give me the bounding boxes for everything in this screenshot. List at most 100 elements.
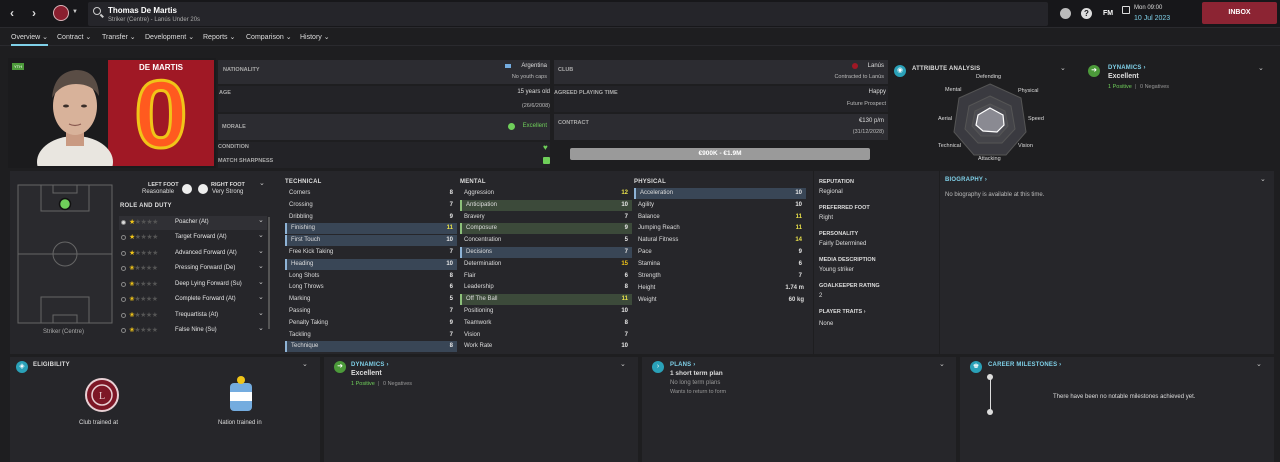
attribute-row[interactable]: Jumping Reach 11 xyxy=(634,223,806,234)
tab-contract[interactable]: Contract ⌄ xyxy=(57,33,91,41)
morale-value[interactable]: Excellent xyxy=(523,123,547,129)
club-badge-icon[interactable] xyxy=(53,5,69,21)
dynamics-positive: 1 Positive xyxy=(1108,84,1132,90)
role-row[interactable]: ✬★★★★ Deep Lying Forward (Su) ⌄ xyxy=(119,278,267,292)
chevron-down-icon[interactable]: ⌄ xyxy=(1060,64,1066,72)
attribute-row[interactable]: Determination 15 xyxy=(460,259,632,270)
chevron-down-icon[interactable]: ⌄ xyxy=(1260,175,1266,183)
help-icon[interactable]: ? xyxy=(1081,8,1092,19)
role-row[interactable]: ★★★★★ Poacher (At) ⌄ xyxy=(119,216,267,230)
date-text: 10 Jul 2023 xyxy=(1134,15,1171,22)
attribute-row[interactable]: Natural Fitness 14 xyxy=(634,235,806,246)
biography-title[interactable]: BIOGRAPHY › xyxy=(945,177,987,183)
tab-history[interactable]: History ⌄ xyxy=(300,33,330,41)
attribute-row[interactable]: Agility 10 xyxy=(634,200,806,211)
position-pitch[interactable] xyxy=(17,184,113,324)
role-row[interactable]: ✬★★★★ Pressing Forward (De) ⌄ xyxy=(119,262,267,276)
attribute-row[interactable]: Free Kick Taking 7 xyxy=(285,247,457,258)
attribute-row[interactable]: Stamina 6 xyxy=(634,259,806,270)
role-row[interactable]: ✬★★★★ False Nine (Su) ⌄ xyxy=(119,324,267,338)
attribute-row[interactable]: Penalty Taking 9 xyxy=(285,318,457,329)
attribute-row[interactable]: Concentration 5 xyxy=(460,235,632,246)
chevron-down-icon[interactable]: ⌄ xyxy=(302,360,308,368)
attribute-row[interactable]: Off The Ball 11 xyxy=(460,294,632,306)
attribute-row[interactable]: Finishing 11 xyxy=(285,223,457,235)
preferred-foot-label: PREFERRED FOOT xyxy=(819,205,870,211)
attribute-row[interactable]: Leadership 8 xyxy=(460,282,632,293)
personality-value: Fairly Determined xyxy=(819,241,867,247)
attribute-row[interactable]: Crossing 7 xyxy=(285,200,457,211)
plans-title[interactable]: PLANS › xyxy=(670,362,695,368)
attribute-row[interactable]: Decisions 7 xyxy=(460,247,632,258)
dynamics-title[interactable]: DYNAMICS › xyxy=(351,362,389,368)
attribute-row[interactable]: Work Rate 10 xyxy=(460,341,632,352)
back-arrow-icon[interactable]: ‹ xyxy=(10,6,14,20)
attribute-row[interactable]: Bravery 7 xyxy=(460,212,632,223)
youth-caps: No youth caps xyxy=(511,74,547,80)
attribute-row[interactable]: Aggression 12 xyxy=(460,188,632,199)
attribute-row[interactable]: Heading 10 xyxy=(285,258,457,270)
attribute-row[interactable]: Positioning 10 xyxy=(460,306,632,317)
lanus-crest-icon[interactable]: L xyxy=(85,376,119,414)
attribute-row[interactable]: Strength 7 xyxy=(634,271,806,282)
wage-value: €130 p/m xyxy=(858,118,884,124)
chevron-down-icon[interactable]: ⌄ xyxy=(939,360,945,368)
attribute-row[interactable]: Long Throws 6 xyxy=(285,282,457,293)
attribute-row[interactable]: First Touch 10 xyxy=(285,235,457,247)
chevron-down-icon[interactable]: ⌄ xyxy=(1256,360,1262,368)
attribute-name: Decisions xyxy=(466,249,493,255)
tab-reports[interactable]: Reports ⌄ xyxy=(203,33,235,41)
nationality-value[interactable]: Argentina xyxy=(521,63,547,69)
attribute-row[interactable]: Flair 6 xyxy=(460,271,632,282)
role-row[interactable]: ✬★★★★ Complete Forward (At) ⌄ xyxy=(119,293,267,307)
roles-scrollbar[interactable] xyxy=(268,217,270,329)
chevron-down-icon[interactable]: ⌄ xyxy=(259,179,265,187)
tab-overview[interactable]: Overview ⌄ xyxy=(11,33,48,46)
attribute-row[interactable]: Passing 7 xyxy=(285,306,457,317)
attribute-row[interactable]: Vision 7 xyxy=(460,330,632,341)
divider xyxy=(813,171,814,354)
attribute-row[interactable]: Pace 9 xyxy=(634,247,806,258)
role-row[interactable]: ✬★★★★ Trequartista (At) ⌄ xyxy=(119,309,267,323)
value-bar[interactable]: €900K - €1.9M xyxy=(570,148,870,160)
milestones-title[interactable]: CAREER MILESTONES › xyxy=(988,362,1061,368)
attribute-row[interactable]: Balance 11 xyxy=(634,212,806,223)
trophy-icon[interactable] xyxy=(1060,8,1071,19)
attribute-value: 14 xyxy=(795,237,802,244)
role-label: Deep Lying Forward (Su) xyxy=(175,281,242,287)
tab-development[interactable]: Development ⌄ xyxy=(145,33,194,41)
chevron-down-icon[interactable]: ⌄ xyxy=(620,360,626,368)
dynamics-title[interactable]: DYNAMICS › xyxy=(1108,65,1146,71)
gk-rating-value: 2 xyxy=(819,293,823,299)
club-value[interactable]: Lanús xyxy=(868,63,884,69)
attribute-name: Composure xyxy=(466,225,498,232)
role-row[interactable]: ★★★★★ Target Forward (At) ⌄ xyxy=(119,231,267,245)
biography-text: No biography is available at this time. xyxy=(945,192,1045,198)
role-row[interactable]: ★★★★★ Advanced Forward (At) ⌄ xyxy=(119,247,267,261)
player-traits-label[interactable]: PLAYER TRAITS › xyxy=(819,309,866,315)
reputation-value: Regional xyxy=(819,189,843,195)
tab-comparison[interactable]: Comparison ⌄ xyxy=(246,33,292,41)
attribute-row[interactable]: Dribbling 9 xyxy=(285,212,457,223)
attribute-row[interactable]: Marking 5 xyxy=(285,294,457,305)
attribute-row[interactable]: Tackling 7 xyxy=(285,330,457,341)
fm-logo[interactable]: FM xyxy=(1103,10,1113,17)
tab-transfer[interactable]: Transfer ⌄ xyxy=(102,33,136,41)
gk-rating-label: GOALKEEPER RATING xyxy=(819,283,880,289)
attribute-row[interactable]: Corners 8 xyxy=(285,188,457,199)
attribute-row[interactable]: Anticipation 10 xyxy=(460,199,632,211)
forward-arrow-icon[interactable]: › xyxy=(32,6,36,20)
axis-mental: Mental xyxy=(945,87,962,93)
attribute-row[interactable]: Composure 9 xyxy=(460,223,632,235)
attribute-row[interactable]: Acceleration 10 xyxy=(634,188,806,199)
search-input[interactable]: Thomas De Martis Striker (Centre) - Lanú… xyxy=(88,2,1048,26)
attribute-row[interactable]: Technique 8 xyxy=(285,341,457,353)
dob-value: (26/6/2008) xyxy=(521,103,550,109)
inbox-button[interactable]: INBOX xyxy=(1202,2,1277,24)
chevron-down-icon[interactable]: ⌄ xyxy=(1258,64,1264,72)
chevron-down-icon[interactable]: ▼ xyxy=(72,9,78,15)
attribute-row[interactable]: Long Shots 8 xyxy=(285,271,457,282)
attribute-row[interactable]: Teamwork 8 xyxy=(460,318,632,329)
attribute-value: 8 xyxy=(449,272,453,279)
argentina-crest-icon[interactable] xyxy=(226,375,256,415)
